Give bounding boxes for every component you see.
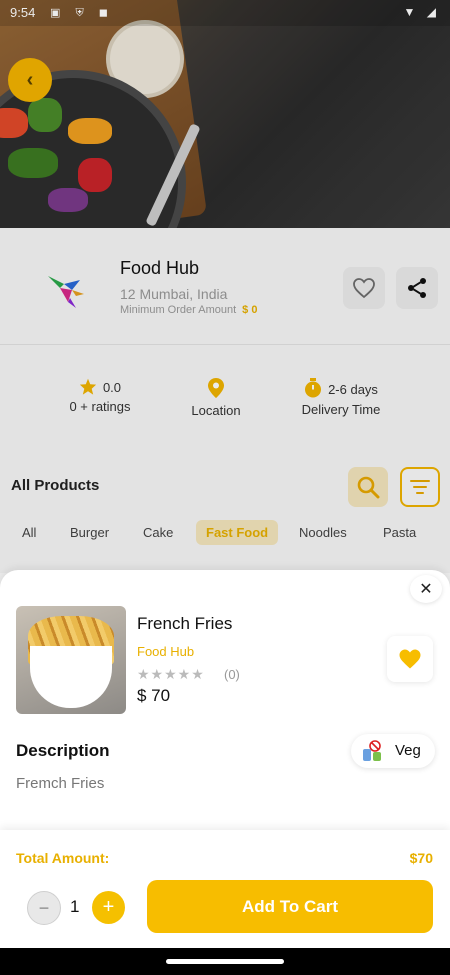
product-name: French Fries xyxy=(137,614,233,633)
product-vendor[interactable]: Food Hub xyxy=(137,644,194,659)
plus-icon: + xyxy=(102,896,115,918)
diet-badge: Veg xyxy=(351,734,435,768)
total-amount-label: Total Amount: xyxy=(16,850,110,866)
heart-filled-icon xyxy=(399,649,421,669)
add-to-cart-button[interactable]: Add To Cart xyxy=(147,880,433,933)
diet-label: Veg xyxy=(395,742,421,759)
favorite-product-button[interactable] xyxy=(387,636,433,682)
minus-icon: − xyxy=(38,897,50,918)
veg-icon xyxy=(363,740,381,761)
product-rating-stars: ★★★★★ xyxy=(137,666,205,682)
increase-quantity-button[interactable]: + xyxy=(92,891,125,924)
home-indicator[interactable] xyxy=(166,959,284,964)
close-icon: ✕ xyxy=(419,581,433,598)
product-rating-count: (0) xyxy=(224,667,240,682)
quantity-value: 1 xyxy=(70,897,80,916)
description-title: Description xyxy=(16,741,110,760)
cup-graphic xyxy=(30,646,112,708)
description-text: Fremch Fries xyxy=(16,775,105,792)
close-button[interactable]: ✕ xyxy=(410,575,442,603)
decrease-quantity-button[interactable]: − xyxy=(27,891,61,925)
product-image xyxy=(16,606,126,714)
product-price: $ 70 xyxy=(137,686,171,705)
total-amount-value: $70 xyxy=(409,850,433,866)
